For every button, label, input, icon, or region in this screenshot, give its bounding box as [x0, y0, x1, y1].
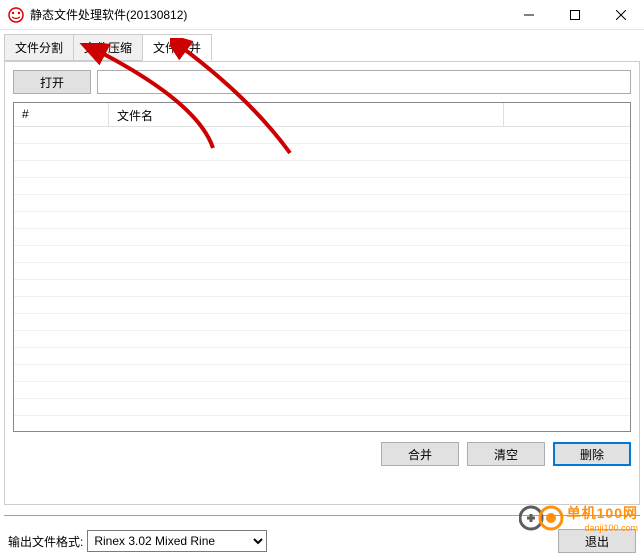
- clear-button[interactable]: 清空: [467, 442, 545, 466]
- table-row[interactable]: [14, 382, 630, 399]
- table-row[interactable]: [14, 416, 630, 432]
- col-num[interactable]: #: [14, 103, 109, 127]
- table-header: # 文件名: [14, 103, 630, 127]
- titlebar: 静态文件处理软件(20130812): [0, 0, 644, 30]
- table-row[interactable]: [14, 297, 630, 314]
- watermark-url: danji100.com: [584, 523, 638, 533]
- table-row[interactable]: [14, 229, 630, 246]
- table-body[interactable]: [14, 127, 630, 432]
- watermark: 单机100网 danji100.com: [519, 503, 638, 533]
- table-row[interactable]: [14, 280, 630, 297]
- table-row[interactable]: [14, 195, 630, 212]
- table-row[interactable]: [14, 161, 630, 178]
- table-row[interactable]: [14, 246, 630, 263]
- table-row[interactable]: [14, 331, 630, 348]
- minimize-button[interactable]: [506, 0, 552, 30]
- table-row[interactable]: [14, 178, 630, 195]
- table-row[interactable]: [14, 263, 630, 280]
- close-button[interactable]: [598, 0, 644, 30]
- format-label: 输出文件格式:: [8, 533, 83, 550]
- col-name[interactable]: 文件名: [109, 103, 504, 127]
- app-icon: [8, 7, 24, 23]
- maximize-button[interactable]: [552, 0, 598, 30]
- tab-compress[interactable]: 文件压缩: [73, 34, 143, 61]
- table-row[interactable]: [14, 314, 630, 331]
- delete-button[interactable]: 删除: [553, 442, 631, 466]
- window-title: 静态文件处理软件(20130812): [30, 6, 506, 23]
- tab-merge[interactable]: 文件合并: [142, 34, 212, 61]
- table-row[interactable]: [14, 365, 630, 382]
- table-row[interactable]: [14, 348, 630, 365]
- open-row: 打开: [13, 70, 631, 94]
- format-select[interactable]: Rinex 3.02 Mixed Rine: [87, 530, 267, 552]
- col-rest[interactable]: [504, 103, 630, 127]
- open-button[interactable]: 打开: [13, 70, 91, 94]
- tab-split[interactable]: 文件分割: [4, 34, 74, 61]
- tabs: 文件分割 文件压缩 文件合并: [0, 30, 644, 62]
- tab-panel-merge: 打开 # 文件名 合并: [4, 61, 640, 505]
- bottom-buttons: 合并 清空 删除: [13, 442, 631, 466]
- table-row[interactable]: [14, 127, 630, 144]
- file-table: # 文件名: [13, 102, 631, 432]
- path-input[interactable]: [97, 70, 631, 94]
- table-row[interactable]: [14, 399, 630, 416]
- watermark-text: 单机100网: [567, 503, 638, 523]
- table-row[interactable]: [14, 144, 630, 161]
- watermark-logo-icon: [519, 503, 565, 533]
- table-row[interactable]: [14, 212, 630, 229]
- merge-button[interactable]: 合并: [381, 442, 459, 466]
